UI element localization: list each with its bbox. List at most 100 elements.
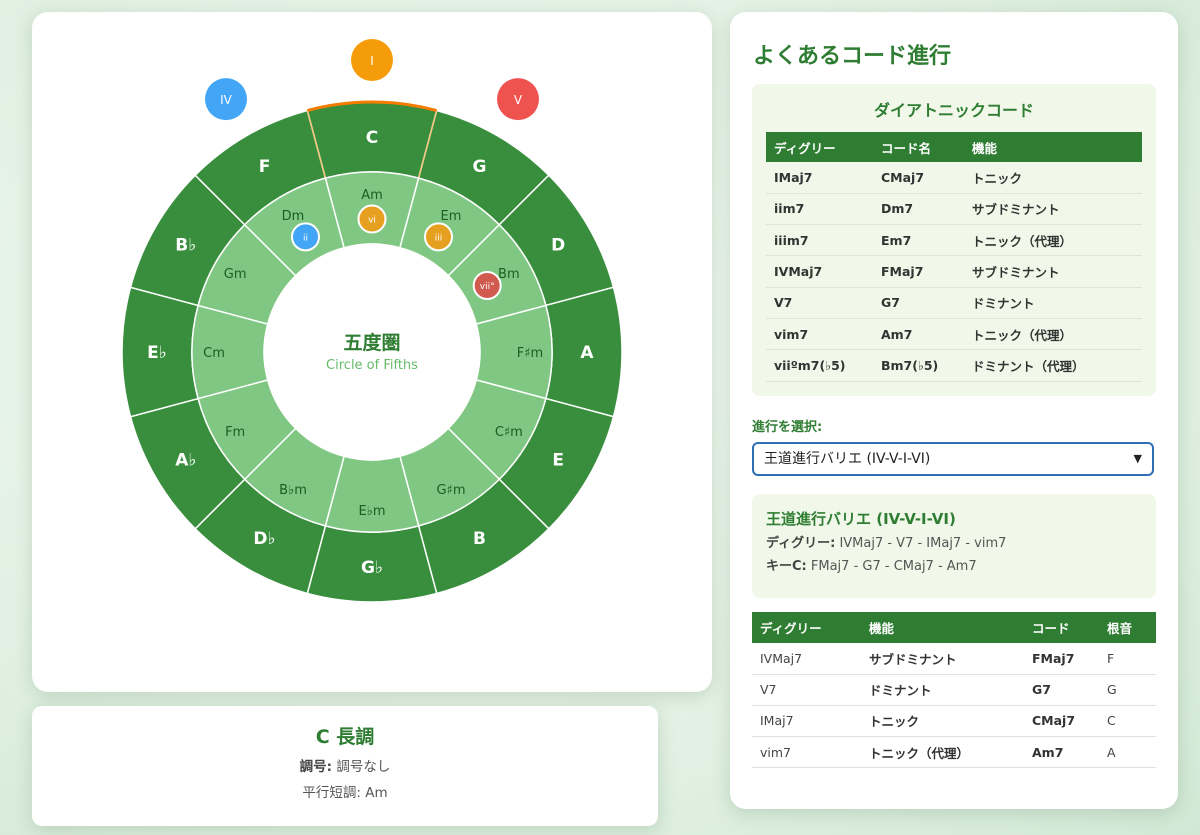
table-row: V7 ドミナント G7 G [752, 674, 1156, 706]
circle-of-fifths-card: C G D A E B G♭ D♭ A♭ E♭ B♭ F Am Em Bm F♯m C♯m G♯m E♭m B♭m F… [32, 12, 712, 692]
progression-key-line: キーC: FMaj7 - G7 - CMaj7 - Am7 [766, 558, 1142, 576]
major-key-label: G♭ [361, 558, 383, 578]
chord-cell: Bm7(♭5) [873, 349, 964, 382]
key-signature-value: 調号なし [336, 759, 391, 775]
relative-minor-text: 平行短調: Am [302, 785, 388, 801]
key-title: C 長調 [315, 726, 375, 748]
progression-panel: よくあるコード進行 ダイアトニックコード ディグリー コード名 機能 IMaj7… [730, 12, 1178, 809]
function-cell: サブドミナント [964, 193, 1142, 226]
chord-cell: CMaj7 [1024, 705, 1099, 738]
degree-cell: V7 [752, 674, 861, 706]
major-key-label: A♭ [175, 451, 196, 471]
progression-degree-label: ディグリー: [766, 536, 836, 551]
minor-key-label: Em [441, 209, 462, 224]
degree-badge-label: IV [220, 93, 233, 107]
function-cell: ドミナント [964, 287, 1142, 319]
degree-cell: viiºm7(♭5) [766, 349, 873, 382]
minor-key-label: F♯m [517, 346, 543, 361]
function-cell: トニック（代理） [964, 224, 1142, 257]
minor-key-label: G♯m [436, 483, 465, 498]
chord-cell: G7 [873, 287, 964, 319]
major-key-label: D♭ [253, 529, 275, 549]
chord-cell: CMaj7 [873, 162, 964, 194]
major-key-label: E [552, 451, 564, 471]
degree-cell: IVMaj7 [766, 255, 873, 288]
progression-select-value: 王道進行バリエ (IV-V-I-VI) [764, 451, 931, 467]
major-key-label: C [366, 128, 378, 148]
chord-cell: FMaj7 [873, 255, 964, 288]
table-row: vim7 トニック（代理） Am7 A [752, 736, 1156, 769]
function-cell: ドミナント（代理） [964, 349, 1142, 382]
chord-cell: Em7 [873, 224, 964, 257]
root-cell: C [1099, 705, 1156, 738]
diatonic-header-chord: コード名 [873, 132, 964, 162]
progression-header-degree: ディグリー [752, 612, 861, 643]
progression-degree-line: ディグリー: IVMaj7 - V7 - IMaj7 - vim7 [766, 535, 1142, 553]
wheel-center-title: 五度圏 [343, 331, 400, 354]
function-cell: トニック [861, 705, 1024, 738]
major-key-label: B♭ [175, 236, 196, 256]
table-row: viiºm7(♭5) Bm7(♭5) ドミナント（代理） [766, 349, 1142, 382]
diatonic-title: ダイアトニックコード [873, 101, 1034, 120]
major-key-label: E♭ [147, 343, 167, 363]
minor-key-label: Bm [498, 267, 520, 282]
chord-cell: Am7 [873, 318, 964, 351]
root-cell: F [1099, 643, 1156, 675]
chevron-down-icon: ▼ [1133, 452, 1142, 465]
progression-key-value: FMaj7 - G7 - CMaj7 - Am7 [810, 559, 977, 574]
minor-key-label: Gm [224, 267, 247, 282]
minor-key-label: Dm [282, 209, 305, 224]
progression-select[interactable]: 王道進行バリエ (IV-V-I-VI) ▼ [752, 442, 1154, 476]
function-cell: サブドミナント [861, 643, 1024, 675]
root-cell: G [1099, 674, 1156, 706]
table-row: IMaj7 トニック CMaj7 C [752, 705, 1156, 738]
degree-cell: V7 [766, 287, 873, 319]
degree-badge-label: iii [435, 233, 443, 243]
key-signature-label: 調号: [299, 759, 333, 775]
major-key-label: D [551, 236, 565, 256]
major-key-label: G [473, 157, 487, 177]
progression-header-row: ディグリー 機能 コード 根音 [752, 612, 1156, 643]
diatonic-header-degree: ディグリー [766, 132, 873, 162]
degree-badge-label: vi [368, 216, 376, 226]
minor-key-label: Cm [203, 346, 225, 361]
major-key-label: F [259, 157, 271, 177]
diatonic-header-row: ディグリー コード名 機能 [766, 132, 1142, 162]
chord-cell: G7 [1024, 674, 1099, 706]
major-key-label: B [473, 529, 486, 549]
minor-key-label: B♭m [279, 483, 307, 498]
degree-cell: vim7 [752, 736, 861, 769]
panel-title: よくあるコード進行 [753, 44, 952, 69]
function-cell: トニック（代理） [964, 318, 1142, 351]
degree-cell: IVMaj7 [752, 643, 861, 675]
degree-cell: IMaj7 [766, 162, 873, 194]
chord-cell: FMaj7 [1024, 643, 1099, 675]
progression-degree-value: IVMaj7 - V7 - IMaj7 - vim7 [839, 536, 1007, 551]
chord-cell: Am7 [1024, 736, 1099, 769]
degree-cell: iim7 [766, 193, 873, 226]
chord-cell: Dm7 [873, 193, 964, 226]
table-row: IVMaj7 サブドミナント FMaj7 F [752, 643, 1156, 675]
wheel-center-subtitle: Circle of Fifths [326, 358, 418, 373]
function-cell: トニック（代理） [861, 736, 1024, 769]
table-row: IMaj7 CMaj7 トニック [766, 162, 1142, 194]
major-key-label: A [580, 343, 594, 363]
progression-select-label: 進行を選択: [752, 420, 823, 435]
degree-badge-label: vii° [480, 282, 495, 292]
function-cell: サブドミナント [964, 255, 1142, 288]
minor-key-label: Fm [225, 425, 245, 440]
progression-header-root: 根音 [1099, 612, 1156, 643]
circle-of-fifths-wheel: C G D A E B G♭ D♭ A♭ E♭ B♭ F Am Em Bm F♯m C♯m G♯m E♭m B♭m F… [121, 39, 623, 603]
degree-cell: vim7 [766, 318, 873, 351]
progression-header-function: 機能 [861, 612, 1024, 643]
key-info-card: C 長調 調号: 調号なし 平行短調: Am [32, 706, 658, 826]
degree-badge-label: ii [303, 233, 308, 243]
key-signature-line: 調号: 調号なし [32, 758, 658, 776]
diatonic-table: ディグリー コード名 機能 IMaj7 CMaj7 トニック iim7 Dm7 サブドミ… [766, 132, 1142, 382]
table-row: iiim7 Em7 トニック（代理） [766, 224, 1142, 257]
degree-cell: iiim7 [766, 224, 873, 257]
degree-badge-label: I [370, 54, 374, 68]
function-cell: ドミナント [861, 674, 1024, 706]
minor-key-label: E♭m [358, 504, 385, 519]
degree-cell: IMaj7 [752, 705, 861, 738]
